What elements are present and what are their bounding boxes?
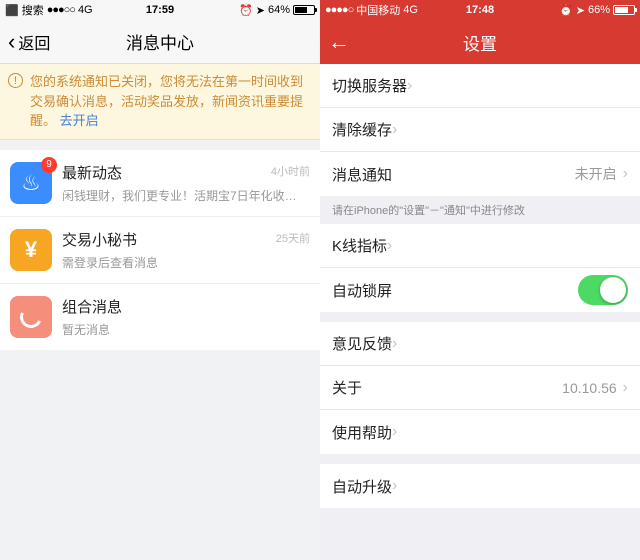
back-button[interactable]: ‹ 返回: [8, 30, 50, 54]
row-clear-cache[interactable]: 清除缓存›: [320, 108, 640, 152]
row-autoupgrade[interactable]: 自动升级›: [320, 464, 640, 508]
list-item[interactable]: 组合消息 暂无消息: [0, 284, 320, 350]
clock: 17:59: [0, 4, 320, 16]
chevron-left-icon: ←: [328, 31, 350, 53]
list-item[interactable]: ¥ 交易小秘书 需登录后查看消息 25天前: [0, 217, 320, 284]
pie-icon: [10, 296, 52, 338]
nav-bar: ‹ 返回 消息中心: [0, 20, 320, 64]
chevron-left-icon: ‹: [8, 31, 15, 53]
yen-icon: ¥: [10, 229, 52, 271]
settings-hint: 请在iPhone的"设置"－"通知"中进行修改: [320, 196, 640, 224]
settings-group-1: 切换服务器› 清除缓存› 消息通知未开启›: [320, 64, 640, 196]
chevron-right-icon: ›: [392, 335, 397, 353]
autolock-toggle[interactable]: [578, 275, 628, 305]
item-subtitle: 闲钱理财，我们更专业！活期宝7日年化收…: [62, 187, 310, 204]
chevron-right-icon: ›: [392, 121, 397, 139]
item-subtitle: 需登录后查看消息: [62, 254, 310, 271]
flame-icon: ♨ 9: [10, 162, 52, 204]
item-title: 交易小秘书: [62, 229, 310, 250]
row-switch-server[interactable]: 切换服务器›: [320, 64, 640, 108]
chevron-right-icon: ›: [392, 477, 397, 495]
nav-bar: ← 设置: [320, 20, 640, 64]
row-about[interactable]: 关于10.10.56›: [320, 366, 640, 410]
status-bar: ●●●●○ 中国移动 4G 17:48 ⏰ ➤ 66%: [320, 0, 640, 20]
row-notifications[interactable]: 消息通知未开启›: [320, 152, 640, 196]
page-title: 设置: [320, 30, 640, 55]
item-title: 组合消息: [62, 296, 310, 317]
back-button[interactable]: ←: [328, 31, 350, 53]
status-bar: ⬛ 搜索 ●●●○○ 4G 17:59 ⏰ ➤ 64%: [0, 0, 320, 20]
item-subtitle: 暂无消息: [62, 321, 310, 338]
clock: 17:48: [320, 4, 640, 16]
row-autolock[interactable]: 自动锁屏: [320, 268, 640, 312]
chevron-right-icon: ›: [407, 77, 412, 95]
item-date: 25天前: [276, 230, 310, 246]
chevron-right-icon: ›: [623, 379, 628, 397]
row-kline[interactable]: K线指标›: [320, 224, 640, 268]
notification-warning: ! 您的系统通知已关闭，您将无法在第一时间收到交易确认消息，活动奖品发放，新闻资…: [0, 64, 320, 140]
chevron-right-icon: ›: [623, 165, 628, 183]
settings-group-2: K线指标› 自动锁屏: [320, 224, 640, 312]
battery-icon: [613, 5, 635, 15]
unread-badge: 9: [41, 157, 57, 173]
row-feedback[interactable]: 意见反馈›: [320, 322, 640, 366]
settings-screen: ●●●●○ 中国移动 4G 17:48 ⏰ ➤ 66% ← 设置 切换服务器› …: [320, 0, 640, 560]
list-item[interactable]: ♨ 9 最新动态 闲钱理财，我们更专业！活期宝7日年化收… 4小时前: [0, 150, 320, 217]
chevron-right-icon: ›: [387, 237, 392, 255]
settings-group-4: 自动升级›: [320, 464, 640, 508]
message-list: ♨ 9 最新动态 闲钱理财，我们更专业！活期宝7日年化收… 4小时前 ¥ 交易小…: [0, 150, 320, 350]
battery-icon: [293, 5, 315, 15]
enable-link[interactable]: 去开启: [60, 113, 99, 128]
back-label: 返回: [18, 30, 50, 54]
message-center-screen: ⬛ 搜索 ●●●○○ 4G 17:59 ⏰ ➤ 64% ‹ 返回 消息中心 ! …: [0, 0, 320, 560]
row-help[interactable]: 使用帮助›: [320, 410, 640, 454]
item-date: 4小时前: [271, 163, 310, 179]
settings-group-3: 意见反馈› 关于10.10.56› 使用帮助›: [320, 322, 640, 454]
info-icon: !: [8, 73, 23, 88]
chevron-right-icon: ›: [392, 423, 397, 441]
